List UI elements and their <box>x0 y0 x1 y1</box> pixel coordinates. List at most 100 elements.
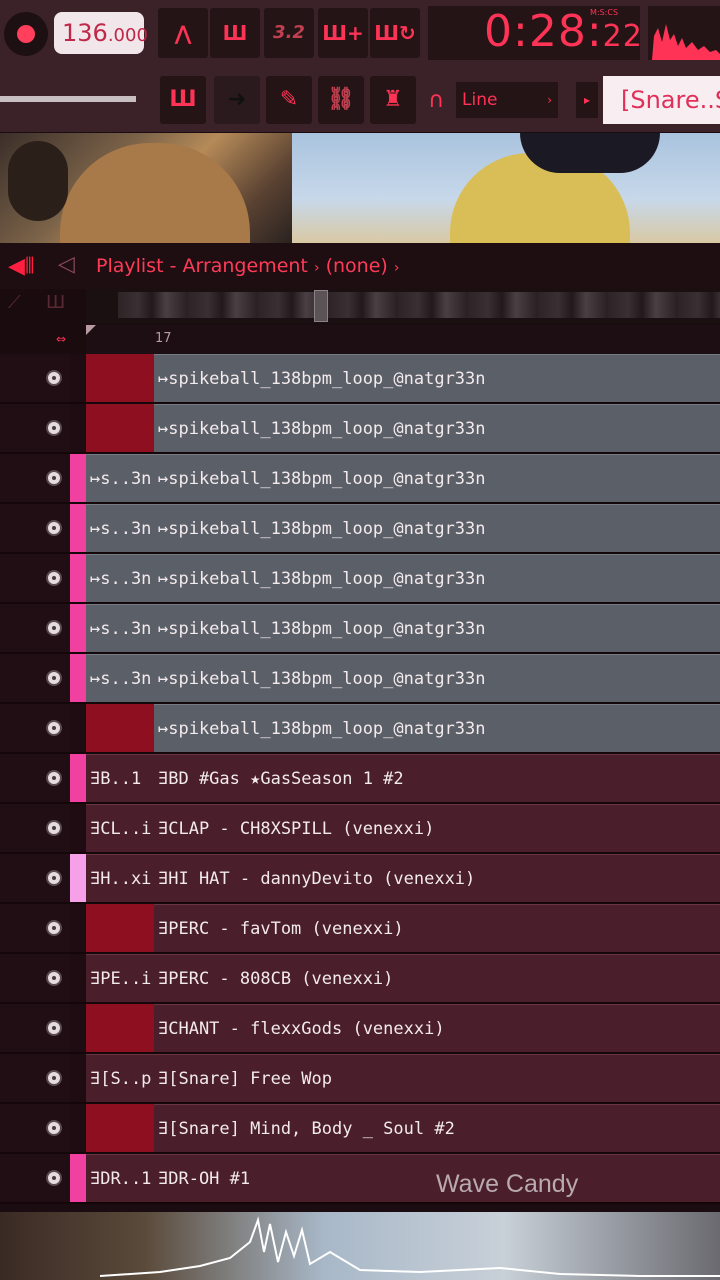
artwork-head <box>8 141 68 221</box>
track-color-strip <box>70 754 86 802</box>
tempo-display[interactable]: 136.000 <box>54 12 148 54</box>
speaker-icon[interactable]: ◀︎⦀ <box>8 254 35 279</box>
short-clip[interactable]: ∃CL..i) <box>86 804 154 852</box>
metronome-button[interactable]: ⋀ <box>158 8 208 58</box>
pencil-icon[interactable]: ⟋ <box>8 292 21 313</box>
playlist-clip[interactable]: ∃CHANT - flexxGods (venexxi) <box>154 1004 720 1052</box>
track-mute-icon[interactable] <box>46 620 62 636</box>
chevron-right-icon: › <box>547 93 552 107</box>
empty-cell[interactable] <box>86 354 154 402</box>
wave-candy-visualizer <box>0 1212 720 1280</box>
playlist-clip[interactable]: ∃[Snare] Mind, Body _ Soul #2 <box>154 1104 720 1152</box>
playlist-clip[interactable]: ↦spikeball_138bpm_loop_@natgr33n <box>154 654 720 702</box>
track-mute-icon[interactable] <box>46 1120 62 1136</box>
playlist-clip[interactable]: ∃[Snare] Free Wop <box>154 1054 720 1102</box>
short-clip[interactable]: ↦s..3n <box>86 454 154 502</box>
snap-select[interactable]: Line › <box>456 82 558 118</box>
wait-record-icon: Ш <box>222 21 248 45</box>
oscilloscope-panel[interactable] <box>648 6 720 60</box>
short-clip[interactable]: ↦s..3n <box>86 504 154 552</box>
playlist-clip[interactable]: ∃PERC - 808CB (venexxi) <box>154 954 720 1002</box>
add-pattern-icon: Ш+ <box>322 21 364 45</box>
record-icon <box>17 25 35 43</box>
loop-record-button[interactable]: Ш↻ <box>370 8 420 58</box>
short-clip[interactable]: ↦s..3n <box>86 654 154 702</box>
track-color-strip <box>70 1054 86 1102</box>
link-button[interactable]: ⛓ <box>318 76 364 124</box>
pattern-selector[interactable]: [Snare..So <box>603 76 720 124</box>
track-mute-icon[interactable] <box>46 920 62 936</box>
playlist-clip[interactable]: ↦spikeball_138bpm_loop_@natgr33n <box>154 704 720 752</box>
playlist-title[interactable]: Playlist - Arrangement › (none) › <box>96 255 399 277</box>
playlist-clip[interactable]: ∃BD #Gas ★GasSeason 1 #2 <box>154 754 720 802</box>
playlist-pattern[interactable]: (none) <box>326 255 388 277</box>
track-mute-icon[interactable] <box>46 370 62 386</box>
empty-cell[interactable] <box>86 704 154 752</box>
playlist-clip[interactable]: ∃CLAP - CH8XSPILL (venexxi) <box>154 804 720 852</box>
playlist-clip[interactable]: ↦spikeball_138bpm_loop_@natgr33n <box>154 404 720 452</box>
track-mute-icon[interactable] <box>46 770 62 786</box>
wait-record-button[interactable]: Ш <box>210 8 260 58</box>
play-arrow-icon: ▸ <box>583 93 591 107</box>
track-color-strip <box>70 1104 86 1152</box>
playlist-clip[interactable]: ↦spikeball_138bpm_loop_@natgr33n <box>154 554 720 602</box>
empty-cell[interactable] <box>86 1104 154 1152</box>
playhead-marker[interactable] <box>86 325 96 335</box>
playlist-clip[interactable]: ↦spikeball_138bpm_loop_@natgr33n <box>154 454 720 502</box>
empty-cell[interactable] <box>86 904 154 952</box>
stamp-button[interactable]: ♜ <box>370 76 416 124</box>
short-clip[interactable]: ∃H..xi) <box>86 854 154 902</box>
track-mute-icon[interactable] <box>46 670 62 686</box>
playlist-clip[interactable]: ∃HI HAT - dannyDevito (venexxi) <box>154 854 720 902</box>
short-clip[interactable]: ∃B..1 <box>86 754 154 802</box>
track-mute-icon[interactable] <box>46 420 62 436</box>
short-clip[interactable]: ∃PE..i) <box>86 954 154 1002</box>
piano-icon[interactable]: Ш <box>46 292 65 313</box>
playlist-clip[interactable]: ↦spikeball_138bpm_loop_@natgr33n <box>154 604 720 652</box>
track-color-strip <box>70 1154 86 1202</box>
breadcrumb-separator: › <box>393 260 400 276</box>
playlist-clip[interactable]: ↦spikeball_138bpm_loop_@natgr33n <box>154 354 720 402</box>
empty-cell[interactable] <box>86 1004 154 1052</box>
timeline-ruler[interactable] <box>86 325 720 355</box>
track-divider <box>0 1202 720 1204</box>
track-mute-icon[interactable] <box>46 470 62 486</box>
arrow-tool-button[interactable]: ➜ <box>214 76 260 124</box>
track-mute-icon[interactable] <box>46 970 62 986</box>
track-color-strip <box>70 654 86 702</box>
track-color-strip <box>70 454 86 502</box>
playlist-clip[interactable]: ∃PERC - favTom (venexxi) <box>154 904 720 952</box>
spectrum-graph <box>652 24 720 60</box>
short-clip[interactable]: ↦s..3n <box>86 604 154 652</box>
tempo-value: 136 <box>62 19 108 47</box>
step-edit-icon: 3.2 <box>273 22 305 43</box>
empty-cell[interactable] <box>86 404 154 452</box>
resize-arrows-icon[interactable]: ⇔ <box>56 332 66 346</box>
short-clip[interactable]: ↦s..3n <box>86 554 154 602</box>
loop-record-icon: Ш↻ <box>374 21 416 45</box>
master-slider[interactable] <box>0 96 136 102</box>
wave-candy-label: Wave Candy <box>436 1170 579 1198</box>
short-clip[interactable]: ∃[S..p <box>86 1054 154 1102</box>
track-mute-icon[interactable] <box>46 720 62 736</box>
track-mute-icon[interactable] <box>46 820 62 836</box>
piano-roll-icon: Ш <box>169 87 197 112</box>
track-mute-icon[interactable] <box>46 1020 62 1036</box>
pattern-prev-button[interactable]: ▸ <box>576 82 598 118</box>
track-mute-icon[interactable] <box>46 870 62 886</box>
piano-roll-button[interactable]: Ш <box>160 76 206 124</box>
step-edit-button[interactable]: 3.2 <box>264 8 314 58</box>
link-icon: ⛓ <box>327 87 355 112</box>
track-color-strip <box>70 604 86 652</box>
add-pattern-button[interactable]: Ш+ <box>318 8 368 58</box>
track-mute-icon[interactable] <box>46 520 62 536</box>
brush-tool-button[interactable]: ✎ <box>266 76 312 124</box>
track-color-strip <box>70 904 86 952</box>
speaker-outline-icon[interactable]: ◁ <box>58 252 75 277</box>
playlist-clip[interactable]: ↦spikeball_138bpm_loop_@natgr33n <box>154 504 720 552</box>
overview-scroll-handle[interactable] <box>314 290 328 322</box>
track-mute-icon[interactable] <box>46 1170 62 1186</box>
track-mute-icon[interactable] <box>46 1070 62 1086</box>
short-clip[interactable]: ∃DR..1 <box>86 1154 154 1202</box>
track-mute-icon[interactable] <box>46 570 62 586</box>
